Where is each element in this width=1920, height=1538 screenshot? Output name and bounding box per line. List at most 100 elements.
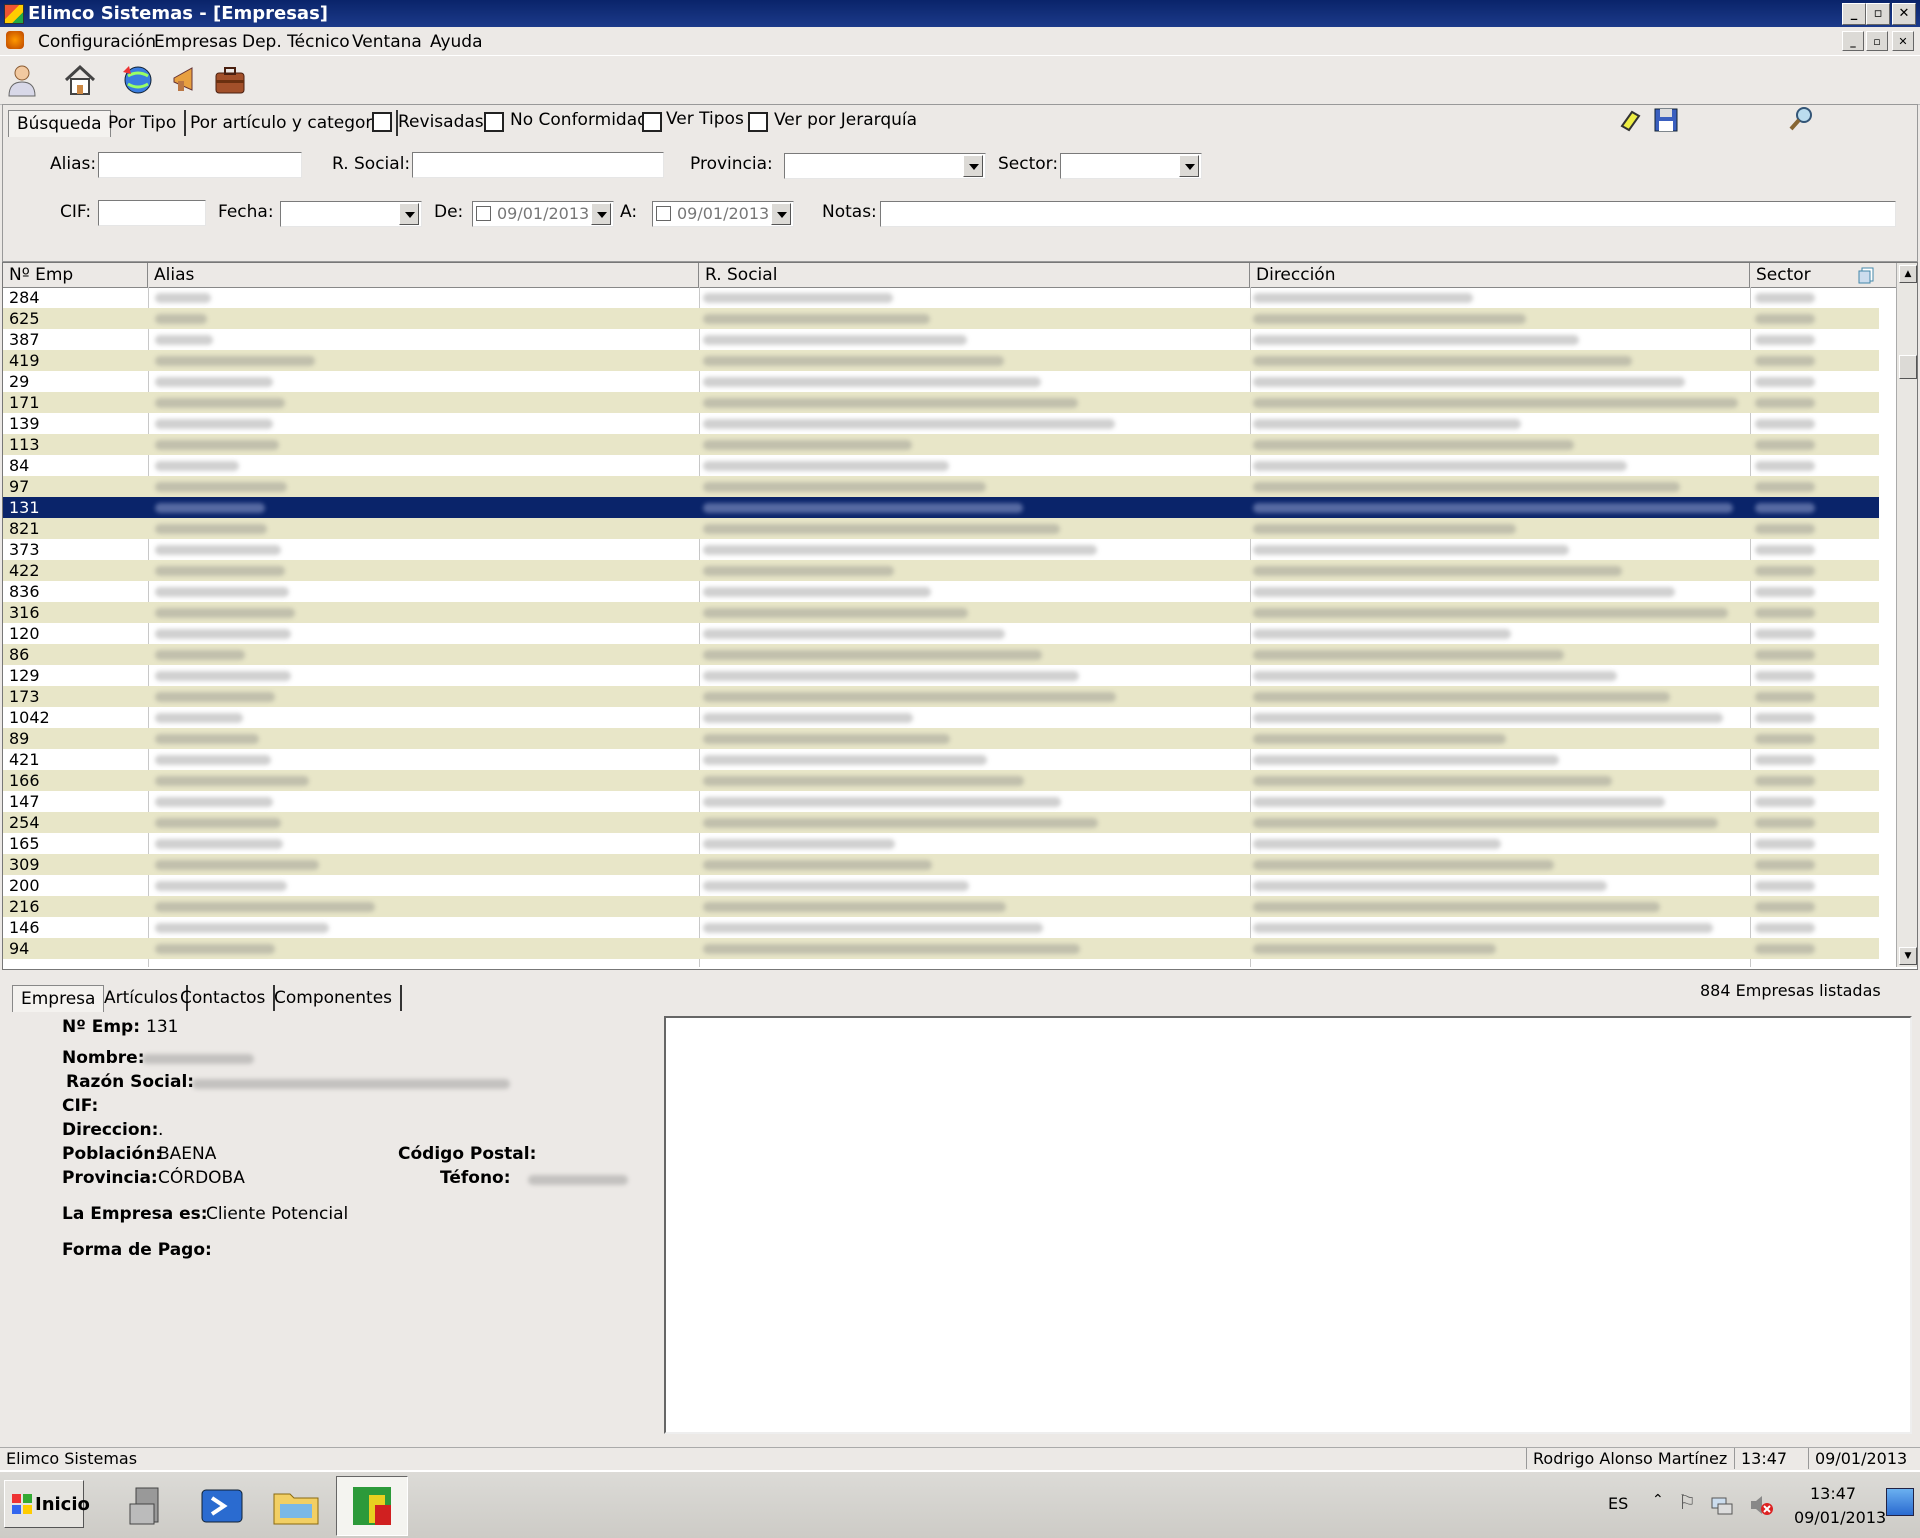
de-date-checkbox[interactable] bbox=[476, 206, 491, 221]
tab-por-articulo[interactable]: Por artículo y categoría bbox=[182, 110, 398, 136]
chevron-down-icon[interactable] bbox=[1179, 155, 1199, 177]
table-row[interactable]: 284 bbox=[3, 287, 1879, 308]
sector-select[interactable] bbox=[1060, 153, 1202, 179]
clock-date[interactable]: 09/01/2013 bbox=[1794, 1508, 1886, 1527]
grid-scrollbar[interactable]: ▲ ▼ bbox=[1896, 263, 1917, 967]
taskbar-elimco-active[interactable] bbox=[336, 1476, 408, 1536]
table-row[interactable]: 166 bbox=[3, 770, 1879, 791]
calendar-dropdown-icon[interactable] bbox=[591, 203, 611, 225]
table-row[interactable]: 89 bbox=[3, 728, 1879, 749]
action-center-flag-icon[interactable]: ⚐ bbox=[1678, 1490, 1696, 1514]
folder-icon[interactable] bbox=[270, 1480, 322, 1532]
table-row[interactable]: 836 bbox=[3, 581, 1879, 602]
revisadas-checkbox[interactable] bbox=[372, 112, 392, 132]
table-row[interactable]: 421 bbox=[3, 749, 1879, 770]
table-row[interactable]: 316 bbox=[3, 602, 1879, 623]
provincia-select[interactable] bbox=[784, 153, 986, 179]
table-row-selected[interactable]: 131 bbox=[3, 497, 1879, 518]
column-header-direccion[interactable]: Dirección bbox=[1250, 263, 1750, 287]
table-row[interactable]: 94 bbox=[3, 938, 1879, 959]
menu-configuracion[interactable]: Configuración bbox=[38, 32, 156, 52]
de-date-picker[interactable]: 09/01/2013 bbox=[472, 201, 614, 227]
table-row[interactable]: 200 bbox=[3, 875, 1879, 896]
tab-componentes[interactable]: Componentes bbox=[266, 985, 403, 1011]
menu-ventana[interactable]: Ventana bbox=[352, 32, 422, 52]
chevron-down-icon[interactable] bbox=[399, 203, 419, 225]
no-conformidad-checkbox[interactable] bbox=[484, 112, 504, 132]
notas-input[interactable] bbox=[880, 201, 1896, 227]
a-date-picker[interactable]: 09/01/2013 bbox=[652, 201, 794, 227]
tab-busqueda[interactable]: Búsqueda bbox=[8, 110, 111, 137]
column-header-alias[interactable]: Alias bbox=[148, 263, 699, 287]
menu-empresas[interactable]: Empresas bbox=[154, 32, 237, 52]
table-row[interactable]: 86 bbox=[3, 644, 1879, 665]
eraser-icon[interactable] bbox=[1616, 106, 1644, 134]
column-header-rsocial[interactable]: R. Social bbox=[699, 263, 1250, 287]
table-row[interactable]: 173 bbox=[3, 686, 1879, 707]
clock-time[interactable]: 13:47 bbox=[1810, 1484, 1856, 1503]
ver-tipos-checkbox[interactable] bbox=[642, 112, 662, 132]
chevron-down-icon[interactable] bbox=[963, 155, 983, 177]
table-row[interactable]: 113 bbox=[3, 434, 1879, 455]
scroll-up-icon[interactable]: ▲ bbox=[1899, 265, 1917, 283]
table-row[interactable]: 373 bbox=[3, 539, 1879, 560]
briefcase-icon[interactable] bbox=[212, 62, 248, 98]
search-icon[interactable] bbox=[1786, 104, 1816, 134]
ver-jerarquia-checkbox[interactable] bbox=[748, 112, 768, 132]
table-row[interactable]: 171 bbox=[3, 392, 1879, 413]
alias-input[interactable] bbox=[98, 152, 302, 178]
rsocial-input[interactable] bbox=[412, 152, 664, 178]
detail-notes-area[interactable] bbox=[664, 1016, 1912, 1434]
table-row[interactable]: 1042 bbox=[3, 707, 1879, 728]
scroll-down-icon[interactable]: ▼ bbox=[1899, 947, 1917, 965]
cif-input[interactable] bbox=[98, 200, 206, 226]
table-row[interactable]: 216 bbox=[3, 896, 1879, 917]
column-header-num[interactable]: Nº Emp bbox=[3, 263, 148, 287]
table-row[interactable]: 165 bbox=[3, 833, 1879, 854]
table-row[interactable]: 147 bbox=[3, 791, 1879, 812]
show-desktop-icon[interactable] bbox=[1886, 1488, 1914, 1516]
table-row[interactable]: 821 bbox=[3, 518, 1879, 539]
table-row[interactable]: 29 bbox=[3, 371, 1879, 392]
language-indicator[interactable]: ES bbox=[1608, 1494, 1628, 1513]
table-row[interactable]: 146 bbox=[3, 917, 1879, 938]
table-row[interactable]: 422 bbox=[3, 560, 1879, 581]
minimize-button[interactable]: _ bbox=[1842, 3, 1866, 25]
table-row[interactable]: 309 bbox=[3, 854, 1879, 875]
fecha-select[interactable] bbox=[280, 201, 422, 227]
table-row[interactable]: 120 bbox=[3, 623, 1879, 644]
tab-por-tipo[interactable]: Por Tipo bbox=[100, 110, 187, 136]
menu-dep-tecnico[interactable]: Dep. Técnico bbox=[242, 32, 350, 52]
child-restore-button[interactable]: ▫ bbox=[1866, 31, 1888, 51]
table-row[interactable]: 84 bbox=[3, 455, 1879, 476]
a-date-checkbox[interactable] bbox=[656, 206, 671, 221]
scroll-thumb[interactable] bbox=[1899, 355, 1917, 379]
network-icon[interactable] bbox=[1710, 1494, 1734, 1516]
table-row[interactable]: 387 bbox=[3, 329, 1879, 350]
start-button[interactable]: Inicio bbox=[4, 1480, 90, 1528]
megaphone-icon[interactable] bbox=[168, 62, 204, 98]
child-minimize-button[interactable]: _ bbox=[1842, 31, 1864, 51]
table-row[interactable]: 139 bbox=[3, 413, 1879, 434]
maximize-button[interactable]: ▫ bbox=[1866, 3, 1890, 25]
globe-refresh-icon[interactable] bbox=[120, 62, 156, 98]
tab-empresa[interactable]: Empresa bbox=[12, 985, 105, 1012]
user-icon[interactable] bbox=[4, 62, 40, 98]
home-icon[interactable] bbox=[62, 62, 98, 98]
table-row[interactable]: 625 bbox=[3, 308, 1879, 329]
server-manager-icon[interactable] bbox=[122, 1480, 174, 1532]
child-close-button[interactable]: ✕ bbox=[1892, 31, 1914, 51]
table-row[interactable]: 129 bbox=[3, 665, 1879, 686]
volume-muted-icon[interactable] bbox=[1748, 1492, 1774, 1518]
column-chooser-icon[interactable] bbox=[1857, 266, 1877, 284]
menu-ayuda[interactable]: Ayuda bbox=[430, 32, 483, 52]
table-row[interactable]: 254 bbox=[3, 812, 1879, 833]
show-hidden-icons-icon[interactable]: ⌃ bbox=[1652, 1492, 1664, 1508]
table-row[interactable]: 419 bbox=[3, 350, 1879, 371]
close-button[interactable]: ✕ bbox=[1892, 3, 1916, 25]
powershell-icon[interactable] bbox=[196, 1480, 248, 1532]
calendar-dropdown-icon[interactable] bbox=[771, 203, 791, 225]
save-icon[interactable] bbox=[1652, 106, 1680, 134]
table-row[interactable]: 97 bbox=[3, 476, 1879, 497]
tab-contactos[interactable]: Contactos bbox=[172, 985, 276, 1011]
